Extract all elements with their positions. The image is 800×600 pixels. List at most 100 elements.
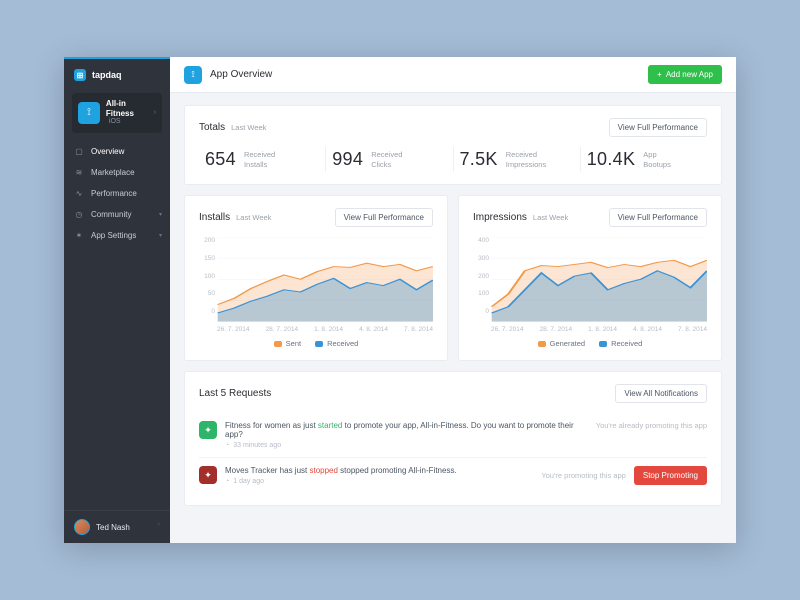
legend-swatch [274, 341, 282, 347]
request-app-icon: ✦ [199, 421, 217, 439]
page-title: App Overview [210, 69, 272, 80]
app-window: ⊞ tapdaq ⟟ All-in Fitness iOS › ▢ Overvie… [64, 57, 736, 543]
chevron-down-icon: ▾ [159, 211, 162, 218]
main: ⟟ App Overview + Add new App Totals Last… [170, 57, 736, 543]
sidebar-item-community[interactable]: ◷ Community ▾ [64, 204, 170, 225]
plus-icon: + [657, 70, 662, 79]
request-message: Fitness for women as just started to pro… [225, 421, 588, 439]
chart-legend: GeneratedReceived [473, 339, 707, 348]
request-aside: You're promoting this app Stop Promoting [541, 466, 707, 485]
stat-value: 654 [205, 149, 236, 170]
sidebar-item-overview[interactable]: ▢ Overview [64, 141, 170, 162]
requests-card: Last 5 Requests View All Notifications ✦… [184, 371, 722, 506]
app-icon: ⟟ [78, 102, 100, 124]
add-new-app-button[interactable]: + Add new App [648, 65, 722, 84]
app-name: All-in Fitness [106, 99, 156, 118]
request-aside-note: You're promoting this app [541, 471, 626, 480]
chevron-up-icon: ˆ [158, 524, 160, 531]
view-full-performance-button[interactable]: View Full Performance [335, 208, 433, 227]
request-app-icon: ✦ [199, 466, 217, 484]
x-tick: 7. 8. 2014 [404, 326, 433, 333]
clock-icon: ◔ [225, 442, 229, 449]
chart-card-impressions: Impressions Last Week View Full Performanc… [458, 195, 722, 361]
x-tick: 28. 7. 2014 [540, 326, 573, 333]
totals-card: Totals Last Week View Full Performance 6… [184, 105, 722, 185]
stat: 10.4K AppBootups [580, 147, 707, 172]
nav-icon: ▢ [74, 147, 84, 156]
chart-period: Last Week [533, 213, 568, 222]
x-tick: 1. 8. 2014 [588, 326, 617, 333]
request-row: ✦Moves Tracker has just stopped stopped … [199, 457, 707, 493]
legend-item: Received [599, 339, 642, 348]
app-selector[interactable]: ⟟ All-in Fitness iOS › [72, 93, 162, 133]
stat-label-2: Bootups [643, 160, 671, 169]
stat-label-2: Installs [244, 160, 275, 169]
stat: 7.5KReceivedImpressions [453, 147, 580, 172]
totals-period: Last Week [231, 123, 266, 132]
request-aside: You're already promoting this app [596, 421, 707, 430]
brand-name: tapdaq [92, 70, 122, 80]
nav-icon: ✶ [74, 231, 84, 240]
user-menu[interactable]: Ted Nash ˆ [64, 510, 170, 543]
avatar [74, 519, 90, 535]
chart-card-installs: InstallsLast WeekView Full Performance20… [184, 195, 448, 361]
x-tick: 26. 7. 2014 [491, 326, 524, 333]
nav-icon: ◷ [74, 210, 84, 219]
stat-label-1: Received [506, 150, 546, 159]
request-time: 33 minutes ago [233, 442, 281, 449]
stat-label-1: App [643, 150, 671, 159]
legend-item: Received [315, 339, 358, 348]
sidebar-item-label: Marketplace [91, 168, 135, 177]
view-full-performance-button[interactable]: View Full Performance [609, 208, 707, 227]
stat-label-2: Impressions [506, 160, 546, 169]
stop-promoting-button[interactable]: Stop Promoting [634, 466, 707, 485]
sidebar-item-label: Community [91, 210, 131, 219]
chart-plot: 400300200100026. 7. 201428. 7. 20141. 8.… [473, 237, 707, 333]
topbar: ⟟ App Overview + Add new App [170, 57, 736, 93]
sidebar-nav: ▢ Overview ≋Marketplace∿Performance ◷ Commun… [64, 141, 170, 246]
sidebar-item-label: Performance [91, 189, 137, 198]
sidebar-item-performance[interactable]: ∿Performance [64, 183, 170, 204]
requests-title: Last 5 Requests [199, 388, 271, 399]
stat: 994ReceivedClicks [325, 147, 452, 172]
user-name: Ted Nash [96, 523, 130, 532]
x-tick: 1. 8. 2014 [314, 326, 343, 333]
sidebar-item-marketplace[interactable]: ≋Marketplace [64, 162, 170, 183]
x-tick: 28. 7. 2014 [266, 326, 299, 333]
sidebar-item-label: App Settings [91, 231, 136, 240]
request-aside-note: You're already promoting this app [596, 421, 707, 430]
requests-list: ✦ Fitness for women as just started to pr… [199, 413, 707, 493]
chart-period: Last Week [236, 213, 271, 222]
charts-row: InstallsLast WeekView Full Performance20… [184, 195, 722, 371]
add-new-app-label: Add new App [666, 70, 713, 79]
sidebar-item-label: Overview [91, 147, 124, 156]
legend-swatch [599, 341, 607, 347]
sidebar-item-app-settings[interactable]: ✶ App Settings ▾ [64, 225, 170, 246]
view-full-performance-button[interactable]: View Full Performance [609, 118, 707, 137]
legend-item: Sent [274, 339, 301, 348]
chevron-down-icon: ▾ [159, 232, 162, 239]
totals-row: 654ReceivedInstalls994ReceivedClicks7.5K… [199, 147, 707, 172]
chart-legend: Sent Received [199, 339, 433, 348]
stat-label-1: Received [244, 150, 275, 159]
legend-swatch [538, 341, 546, 347]
chart-plot: 20015010050026. 7. 201428. 7. 20141. 8. … [199, 237, 433, 333]
request-row: ✦ Fitness for women as just started to pr… [199, 413, 707, 457]
stat-label-2: Clicks [371, 160, 402, 169]
view-all-notifications-button[interactable]: View All Notifications [615, 384, 707, 403]
sidebar: ⊞ tapdaq ⟟ All-in Fitness iOS › ▢ Overvie… [64, 57, 170, 543]
chart-title: Impressions [473, 212, 527, 223]
content: Totals Last Week View Full Performance 6… [170, 93, 736, 516]
app-platform: iOS [106, 118, 156, 126]
chevron-right-icon: › [154, 109, 156, 116]
stat-value: 10.4K [587, 149, 636, 170]
brand-logo-icon: ⊞ [74, 69, 86, 81]
x-tick: 4. 8. 2014 [359, 326, 388, 333]
x-tick: 7. 8. 2014 [678, 326, 707, 333]
stat: 654 ReceivedInstalls [199, 147, 325, 172]
request-time: 1 day ago [233, 478, 264, 485]
clock-icon: ◔ [225, 478, 229, 485]
totals-title: Totals [199, 122, 225, 133]
brand: ⊞ tapdaq [64, 57, 170, 89]
stat-value: 994 [332, 149, 363, 170]
